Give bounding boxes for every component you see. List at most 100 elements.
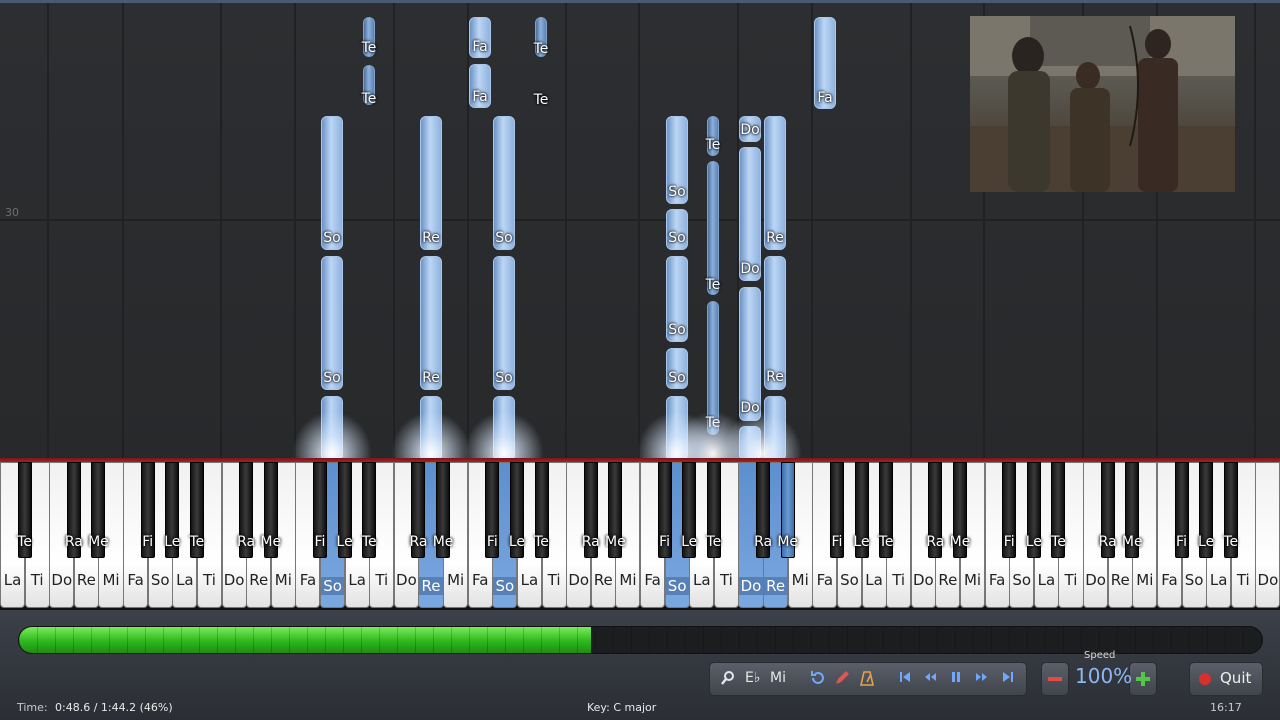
black-key-label: Te — [17, 534, 32, 550]
grid-line — [122, 3, 124, 458]
white-key-label: So — [840, 571, 859, 589]
note-label: Te — [361, 91, 377, 107]
white-key-label: Ti — [375, 571, 389, 589]
white-key-label: Do — [223, 571, 245, 589]
grid-line — [220, 3, 222, 458]
note-label: So — [495, 230, 513, 246]
white-key-label: Re — [593, 571, 613, 589]
grid-line — [910, 3, 912, 458]
clock: 16:17 — [1210, 701, 1242, 714]
note-label: Fa — [472, 39, 488, 55]
white-key-label: Fa — [644, 571, 661, 589]
white-key-label: Mi — [274, 571, 292, 589]
white-key-label: So — [320, 577, 345, 595]
plus-icon — [1136, 672, 1150, 686]
black-key-label: Te — [189, 534, 205, 550]
white-key-label: So — [665, 577, 689, 595]
magnifier-icon[interactable] — [720, 670, 736, 690]
skip-to-end-icon[interactable] — [1001, 670, 1015, 688]
measure-number: 30 — [5, 206, 19, 219]
black-key-label: Me — [88, 534, 109, 550]
note-label: Re — [422, 230, 440, 246]
note-label: Te — [533, 92, 549, 108]
white-key-label: Do — [912, 571, 934, 589]
grid-line — [47, 3, 49, 458]
white-key[interactable]: Do — [1255, 462, 1280, 608]
white-key-label: Do — [396, 571, 417, 589]
key-hit-glow — [464, 411, 544, 458]
grid-line — [294, 3, 296, 458]
white-key-label: Ti — [1064, 571, 1078, 589]
white-key-label: Ti — [1236, 571, 1250, 589]
white-key-label: Fa — [988, 571, 1006, 589]
black-key-label: Te — [361, 534, 377, 550]
metronome-icon[interactable] — [859, 670, 875, 690]
white-key-label: Do — [568, 571, 590, 589]
black-key-label: Me — [260, 534, 282, 550]
time-label: Time: — [17, 701, 48, 714]
black-key-label: Te — [534, 534, 549, 550]
note-bar — [707, 161, 719, 295]
white-key-label: Re — [76, 571, 96, 589]
note-label: Re — [766, 230, 784, 246]
speed-down-button[interactable] — [1041, 662, 1069, 696]
note-label: So — [668, 184, 686, 200]
pencil-icon[interactable] — [834, 670, 850, 690]
white-key-label: Fa — [472, 571, 489, 589]
speed-up-button[interactable] — [1129, 662, 1157, 696]
white-key-label: La — [348, 571, 366, 589]
falling-notes-area: 30 Te Te Fa Fa Te Te Fa So So Re Re So S… — [0, 0, 1280, 458]
white-key-label: Mi — [791, 571, 809, 589]
rewind-icon[interactable] — [923, 670, 937, 688]
note-label: So — [495, 370, 513, 386]
quit-button[interactable]: Quit — [1189, 662, 1263, 696]
white-key-label: So — [150, 571, 170, 589]
playback-toolbar: E♭ Mi — [709, 662, 1027, 696]
quit-icon — [1199, 673, 1211, 685]
loop-icon[interactable] — [809, 670, 825, 690]
skip-to-start-icon[interactable] — [898, 670, 912, 688]
white-key-label: Do — [1257, 571, 1279, 589]
black-key-label: Me — [949, 534, 971, 550]
solfege-mode-button[interactable]: Mi — [770, 670, 786, 686]
measure-line — [0, 219, 1280, 221]
note-label: So — [323, 230, 341, 246]
speed-value: 100% — [1075, 664, 1133, 688]
white-key-label: Mi — [102, 571, 120, 589]
white-key-label: Re — [419, 577, 443, 595]
key-signature-button[interactable]: E♭ — [745, 670, 760, 686]
white-key-label: Ti — [719, 571, 733, 589]
song-progress-bar[interactable] — [18, 626, 1263, 654]
white-key-label: So — [1012, 571, 1032, 589]
white-key-label: La — [865, 571, 883, 589]
white-key-label: La — [520, 571, 539, 589]
note-label: So — [668, 370, 686, 386]
fast-forward-icon[interactable] — [975, 670, 989, 688]
white-key-label: La — [692, 571, 711, 589]
white-key-label: So — [1184, 571, 1204, 589]
white-key-label: Mi — [447, 571, 465, 589]
white-key-label: Ti — [30, 571, 44, 589]
note-label: So — [668, 230, 686, 246]
white-key-label: Fa — [1161, 571, 1178, 589]
grid-line — [811, 3, 813, 458]
black-key-label: Te — [706, 534, 722, 550]
white-key-label: Re — [249, 571, 269, 589]
white-key-label: Fa — [299, 571, 317, 589]
black-key-label: Me — [605, 534, 626, 550]
white-key-label: Do — [51, 571, 73, 589]
grid-line — [393, 3, 395, 458]
key-hit-glow — [292, 411, 372, 458]
piano-keyboard: La Ti Do Re Mi Fa So La Ti Do Re Mi Fa So La Ti Do Re Mi Fa… — [0, 458, 1280, 610]
white-key-label: Fa — [127, 571, 144, 589]
note-label: Fa — [472, 89, 488, 105]
white-key-label: Mi — [1136, 571, 1154, 589]
white-key-label: Re — [938, 571, 958, 589]
pause-icon[interactable] — [949, 670, 963, 688]
white-key-label: Ti — [547, 571, 561, 589]
key-signature-text: Key: C major — [587, 701, 657, 714]
note-label: Te — [705, 137, 721, 153]
note-label: Te — [705, 277, 721, 293]
note-label: Te — [361, 40, 377, 56]
grid-line — [565, 3, 567, 458]
